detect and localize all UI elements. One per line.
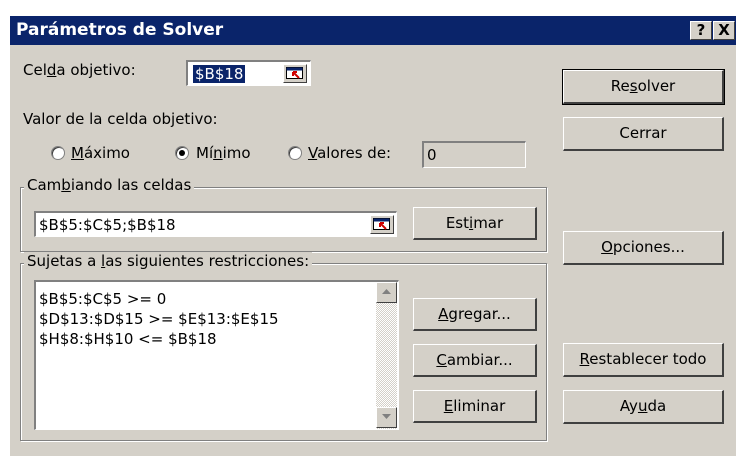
scroll-up-button[interactable] (376, 282, 397, 303)
target-value-label: Valor de la celda objetivo: (23, 110, 218, 128)
target-cell-value: $B$18 (193, 65, 246, 83)
help-button[interactable]: ? (690, 21, 712, 40)
solver-dialog: Parámetros de Solver ? X Celda objetivo:… (9, 15, 736, 456)
radio-selected-dot (179, 150, 185, 156)
radio-minimum-label: Mínimo (196, 144, 251, 162)
delete-button[interactable]: Eliminar (413, 390, 537, 423)
radio-value-of-label: Valores de: (308, 144, 392, 162)
add-button[interactable]: Agregar... (413, 298, 537, 331)
guess-button[interactable]: Estimar (413, 207, 537, 240)
target-cell-label: Celda objetivo: (23, 61, 136, 79)
changing-cells-input[interactable]: $B$5:$C$5;$B$18 (34, 211, 397, 237)
scroll-down-button[interactable] (376, 407, 397, 428)
change-button[interactable]: Cambiar... (413, 344, 537, 377)
constraints-list[interactable]: $B$5:$C$5 >= 0 $D$13:$D$15 >= $E$13:$E$1… (34, 280, 399, 430)
window-title: Parámetros de Solver (16, 20, 224, 40)
background-strip (0, 0, 736, 15)
value-of-input[interactable]: 0 (422, 141, 526, 168)
changing-cells-collapse-button[interactable] (370, 215, 394, 234)
constraints-scrollbar[interactable] (376, 282, 397, 429)
radio-value-of[interactable] (288, 146, 302, 160)
title-bar: Parámetros de Solver ? X (10, 16, 736, 45)
list-item[interactable]: $B$5:$C$5 >= 0 (39, 289, 166, 309)
radio-maximum-label: Máximo (71, 144, 130, 162)
close-dialog-button[interactable]: Cerrar (563, 117, 724, 151)
close-button[interactable]: X (713, 21, 735, 40)
arrow-down-icon (382, 414, 391, 419)
collapse-dialog-icon (286, 67, 303, 79)
solve-button[interactable]: Resolver (562, 69, 725, 105)
close-icon: X (718, 21, 730, 39)
radio-minimum[interactable] (175, 146, 189, 160)
collapse-dialog-icon (373, 218, 390, 230)
help-icon: ? (696, 21, 706, 39)
help-dialog-button[interactable]: Ayuda (563, 390, 724, 424)
constraints-label: Sujetas a las siguientes restricciones: (24, 252, 313, 270)
reset-all-button[interactable]: Restablecer todo (563, 343, 724, 377)
radio-maximum[interactable] (51, 146, 65, 160)
list-item[interactable]: $D$13:$D$15 >= $E$13:$E$15 (39, 309, 279, 329)
options-button[interactable]: Opciones... (563, 231, 724, 265)
arrow-up-icon (382, 289, 391, 294)
changing-cells-label: Cambiando las celdas (24, 176, 195, 194)
target-cell-collapse-button[interactable] (283, 64, 307, 83)
list-item[interactable]: $H$8:$H$10 <= $B$18 (39, 329, 217, 349)
